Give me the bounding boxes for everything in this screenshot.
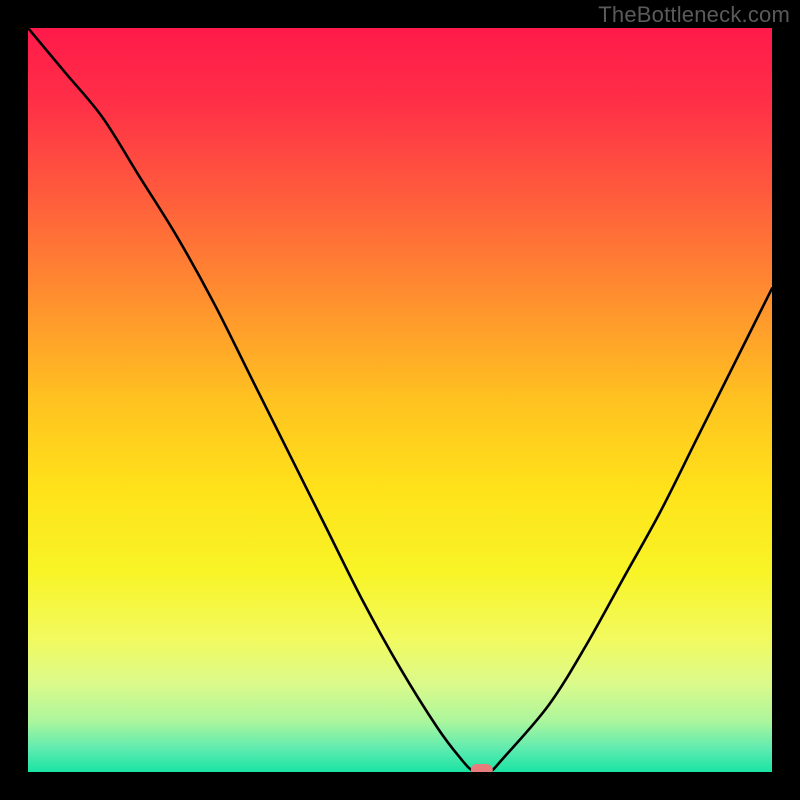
gradient-background — [28, 28, 772, 772]
optimal-point-marker — [471, 764, 493, 772]
plot-area — [28, 28, 772, 772]
bottleneck-chart — [28, 28, 772, 772]
watermark-text: TheBottleneck.com — [598, 2, 790, 28]
chart-container: TheBottleneck.com — [0, 0, 800, 800]
